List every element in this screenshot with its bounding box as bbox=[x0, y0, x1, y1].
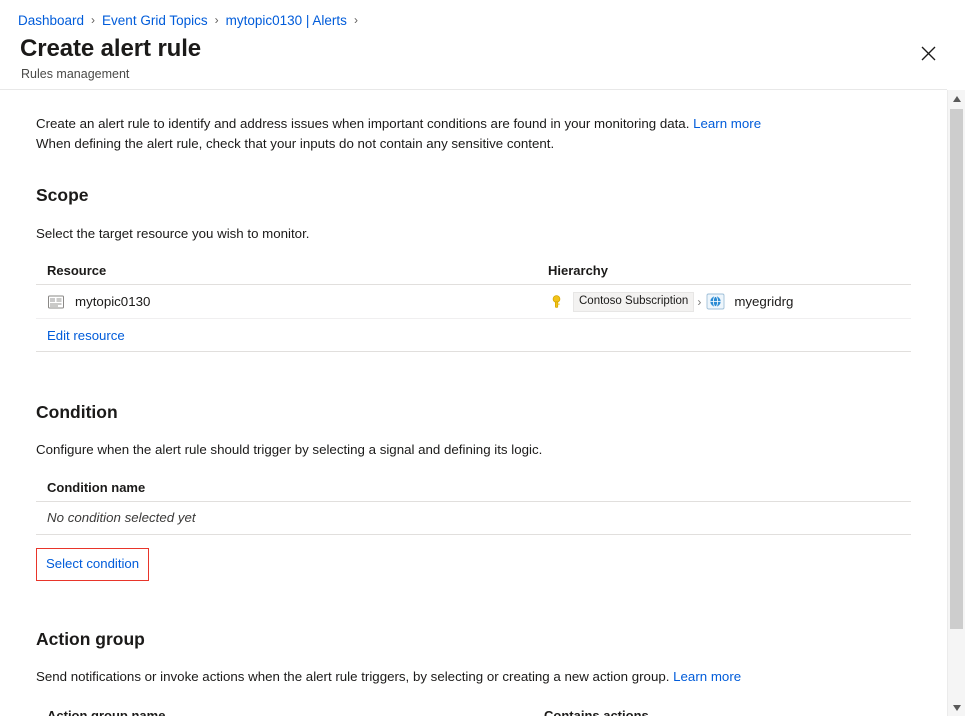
scope-column-hierarchy: Hierarchy bbox=[548, 263, 911, 278]
action-group-heading: Action group bbox=[36, 629, 911, 650]
scope-cell-hierarchy: Contoso Subscription › myegridrg bbox=[548, 292, 911, 312]
condition-column-name: Condition name bbox=[36, 480, 911, 502]
scope-table-header: Resource Hierarchy bbox=[36, 263, 911, 285]
edit-resource-row: Edit resource bbox=[36, 319, 911, 352]
content-pane: Create an alert rule to identify and add… bbox=[0, 90, 947, 716]
breadcrumb-item-event-grid-topics[interactable]: Event Grid Topics bbox=[102, 13, 208, 28]
breadcrumb: Dashboard › Event Grid Topics › mytopic0… bbox=[18, 10, 365, 30]
breadcrumb-separator: › bbox=[91, 13, 95, 27]
intro-line-2: When defining the alert rule, check that… bbox=[36, 134, 911, 154]
page-title: Create alert rule bbox=[20, 35, 201, 63]
chevron-down-icon bbox=[953, 705, 961, 711]
action-group-table-header: Action group name Contains actions bbox=[36, 708, 911, 716]
close-button[interactable] bbox=[913, 38, 943, 68]
breadcrumb-separator-trailing: › bbox=[354, 13, 358, 27]
action-group-learn-more-link[interactable]: Learn more bbox=[673, 669, 741, 684]
action-group-description: Send notifications or invoke actions whe… bbox=[36, 667, 911, 686]
scrollbar-thumb[interactable] bbox=[950, 109, 963, 629]
condition-description: Configure when the alert rule should tri… bbox=[36, 440, 911, 459]
key-icon bbox=[548, 293, 566, 311]
condition-heading: Condition bbox=[36, 402, 911, 423]
scope-column-resource: Resource bbox=[36, 263, 548, 278]
action-group-column-name: Action group name bbox=[36, 708, 544, 716]
select-condition-highlight: Select condition bbox=[36, 548, 149, 581]
scrollbar-down-arrow[interactable] bbox=[948, 699, 965, 716]
action-group-description-text: Send notifications or invoke actions whe… bbox=[36, 669, 669, 684]
scope-section: Scope Select the target resource you wis… bbox=[36, 185, 911, 352]
action-group-section: Action group Send notifications or invok… bbox=[36, 629, 911, 716]
scope-subscription-chip: Contoso Subscription bbox=[573, 292, 694, 312]
intro-text: Create an alert rule to identify and add… bbox=[36, 114, 911, 154]
condition-empty-text: No condition selected yet bbox=[36, 502, 911, 535]
chevron-up-icon bbox=[953, 96, 961, 102]
breadcrumb-item-mytopic0130-alerts[interactable]: mytopic0130 | Alerts bbox=[226, 13, 347, 28]
scope-description: Select the target resource you wish to m… bbox=[36, 224, 911, 243]
scope-resource-group-name: myegridrg bbox=[734, 294, 793, 309]
create-alert-rule-page: Dashboard › Event Grid Topics › mytopic0… bbox=[0, 0, 965, 716]
condition-section: Condition Configure when the alert rule … bbox=[36, 402, 911, 581]
resource-group-icon bbox=[705, 292, 725, 312]
action-group-column-contains: Contains actions bbox=[544, 708, 911, 716]
page-subtitle: Rules management bbox=[21, 67, 129, 81]
intro-learn-more-link[interactable]: Learn more bbox=[693, 116, 761, 131]
table-row[interactable]: mytopic0130 Contoso Subscription › bbox=[36, 285, 911, 319]
breadcrumb-item-dashboard[interactable]: Dashboard bbox=[18, 13, 84, 28]
event-grid-topic-icon bbox=[47, 293, 65, 311]
intro-line-1: Create an alert rule to identify and add… bbox=[36, 116, 689, 131]
scope-resource-name: mytopic0130 bbox=[75, 294, 150, 309]
hierarchy-separator-icon: › bbox=[697, 295, 701, 309]
breadcrumb-separator: › bbox=[215, 13, 219, 27]
scope-cell-resource: mytopic0130 bbox=[36, 293, 548, 311]
select-condition-link[interactable]: Select condition bbox=[46, 556, 139, 571]
close-icon bbox=[921, 46, 936, 61]
scope-heading: Scope bbox=[36, 185, 911, 206]
vertical-scrollbar[interactable] bbox=[947, 90, 965, 716]
scrollbar-up-arrow[interactable] bbox=[948, 90, 965, 107]
edit-resource-link[interactable]: Edit resource bbox=[47, 328, 125, 343]
